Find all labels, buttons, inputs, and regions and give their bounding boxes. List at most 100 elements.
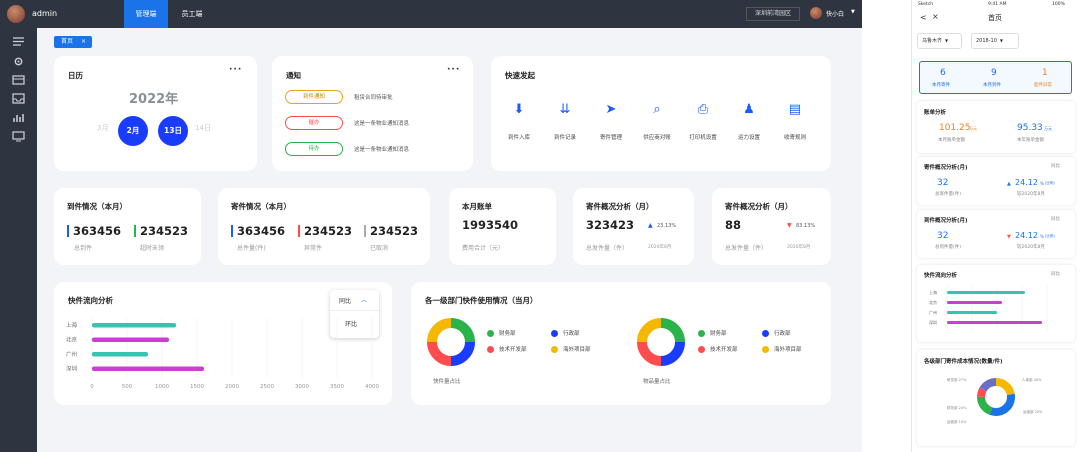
- analytics-icon[interactable]: [12, 112, 25, 123]
- bill-value: 1993540: [462, 218, 519, 232]
- x-tick-label: 3500: [330, 384, 344, 390]
- printer-icon[interactable]: ⎙: [693, 102, 713, 117]
- desktop-dashboard: admin 管理端 员工端 深圳前湾园区 快小白 ▼ 首页 × 日历 ··· 2…: [0, 0, 862, 452]
- y-tick-label: 广州: [929, 309, 937, 315]
- send-change: 23.13%: [657, 223, 677, 229]
- city-filter[interactable]: 乌鲁木齐 ▼: [917, 33, 962, 49]
- send-analysis-card: 寄件概况分析(月) 同比 32 总寄件量(件) ▲ 24.12 % (比例) 较…: [917, 157, 1075, 205]
- day-current[interactable]: 13日: [158, 116, 188, 146]
- user-menu-name[interactable]: 快小白: [826, 9, 844, 18]
- month-prev[interactable]: 3月: [97, 123, 108, 133]
- archive-icon[interactable]: [12, 74, 25, 85]
- month-current[interactable]: 2月: [118, 116, 148, 146]
- donut-slice: [637, 318, 662, 343]
- compare-date: 较2020年8月: [1017, 192, 1045, 197]
- tab-admin[interactable]: 管理端: [124, 0, 168, 28]
- breadcrumb-tab[interactable]: 首页 ×: [54, 36, 92, 48]
- stat-bar: [364, 225, 366, 237]
- more-icon[interactable]: ···: [447, 65, 460, 75]
- notice-text-2[interactable]: 这是一条物业通知消息: [354, 145, 409, 153]
- settings-icon[interactable]: [12, 56, 25, 67]
- dept-cost-card: 各级部门寄件成本情况(数量/件) 研发部 27% 人事部 40% 财务部 24%…: [917, 350, 1075, 446]
- card-title: 到件情况（本月）: [67, 202, 127, 211]
- menu-icon[interactable]: [12, 36, 25, 47]
- quick-item-label[interactable]: 收寄规则: [772, 133, 818, 141]
- chevron-up-icon[interactable]: ︿: [361, 295, 367, 304]
- pct-unit: %: [1040, 234, 1044, 239]
- account-unit: 万元: [969, 126, 977, 131]
- user-avatar[interactable]: [7, 5, 25, 23]
- notice-text-0[interactable]: 租赁合同待审批: [354, 93, 393, 101]
- send-analysis-card: 寄件概况分析（月） 88 ▼ 83.13% 总发件量（件） 2020年8月: [712, 188, 831, 265]
- notice-text-1[interactable]: 这是一条物业通知消息: [354, 119, 409, 127]
- sort-down-icon[interactable]: ⇊: [555, 102, 575, 117]
- close-icon[interactable]: ×: [81, 38, 86, 45]
- back-icon[interactable]: <: [920, 13, 927, 22]
- legend-label: 行政部: [774, 331, 791, 337]
- compare-toggle[interactable]: 同比: [1051, 216, 1060, 222]
- flow-analysis-card: 快件流向分析 同比 上海 北京 广州 深圳: [917, 265, 1075, 342]
- quick-item-label[interactable]: 到件记录: [542, 133, 588, 141]
- quick-item-label[interactable]: 运力设置: [726, 133, 772, 141]
- close-icon[interactable]: ×: [932, 12, 939, 21]
- compare-toggle[interactable]: 同比: [1051, 271, 1060, 277]
- day-next[interactable]: 14日: [195, 123, 211, 133]
- notice-tag-2[interactable]: 待办: [285, 142, 343, 156]
- tab-staff[interactable]: 员工端: [172, 0, 212, 28]
- download-icon[interactable]: ⬇: [509, 102, 529, 117]
- dept-chart-card: 各一级部门快件使用情况（当月） 快件量占比 财务部 行政部 技术开发部 海外项目…: [411, 282, 831, 405]
- account-card: 账单分析 101.25 万元 本月账单金额 95.33 万元 本年账单金额: [917, 101, 1075, 153]
- inbox-icon[interactable]: [12, 93, 25, 104]
- search-doc-icon[interactable]: ⌕: [647, 102, 667, 117]
- stat-bar: [231, 225, 233, 237]
- donut-slice: [995, 378, 1015, 396]
- chevron-down-icon[interactable]: ▼: [851, 9, 855, 15]
- donut-slice: [660, 318, 685, 343]
- card-title: 快件流向分析: [68, 296, 113, 305]
- mobile-flow-chart: 上海北京广州深圳: [929, 285, 1048, 331]
- stat-label: 已取消: [370, 245, 389, 252]
- donut-label: 财务部 24%: [947, 406, 967, 410]
- city-filter-label: 乌鲁木齐: [922, 38, 943, 44]
- bar: [92, 337, 169, 342]
- quick-item-label[interactable]: 寄件管理: [588, 133, 634, 141]
- quick-start-card: 快速发起 ⬇ 到件入库 ⇊ 到件记录 ➤ 寄件管理 ⌕ 供应商对账 ⎙ 打印机设…: [491, 56, 831, 171]
- legend-label: 海外项目部: [563, 347, 591, 353]
- bill-card: 本月账单 1993540 费用合计（元）: [449, 188, 556, 265]
- notice-tag-1[interactable]: 催办: [285, 116, 343, 130]
- compare-toggle[interactable]: 同比: [1051, 163, 1060, 169]
- card-title: 寄件情况（本月）: [231, 202, 291, 211]
- user-menu-avatar[interactable]: [810, 7, 822, 19]
- summary-panel: 6 本月寄件 9 本月到件 1 超件异常: [919, 61, 1072, 94]
- more-icon[interactable]: ···: [229, 65, 242, 75]
- region-selector[interactable]: 深圳前湾园区: [746, 7, 800, 21]
- x-tick-label: 2500: [260, 384, 274, 390]
- date-filter[interactable]: 2018-10 ▼: [971, 33, 1019, 49]
- card-title: 日历: [68, 71, 83, 80]
- legend-label: 技术开发部: [710, 347, 738, 353]
- bar: [947, 311, 997, 314]
- document-icon[interactable]: ▤: [785, 102, 805, 117]
- status-carrier: Sketch: [918, 2, 934, 7]
- notice-tag-0[interactable]: 到件通知: [285, 90, 343, 104]
- user-icon[interactable]: ♟: [739, 102, 759, 117]
- quick-item-label[interactable]: 到件入库: [496, 133, 542, 141]
- status-battery: 100%: [1052, 2, 1065, 7]
- quick-item-label[interactable]: 供应商对账: [634, 133, 680, 141]
- x-tick-label: 1000: [155, 384, 169, 390]
- stat-label: 异常件: [304, 245, 323, 252]
- chevron-down-icon: ▼: [945, 38, 949, 43]
- x-tick-label: 0: [90, 384, 94, 390]
- legend-label: 海外项目部: [774, 347, 802, 353]
- quick-item-label[interactable]: 打印机设置: [680, 133, 726, 141]
- donut-slice: [660, 341, 685, 366]
- account-label: 本年账单金额: [1017, 138, 1044, 143]
- donut-slice: [450, 341, 475, 366]
- donut-slice: [427, 341, 452, 366]
- monitor-icon[interactable]: [12, 131, 25, 142]
- y-tick-label: 深圳: [66, 365, 78, 373]
- stat-value: 32: [937, 231, 949, 241]
- breadcrumb-label: 首页: [61, 38, 74, 45]
- flow-bar-chart: 0 500 1000 1500 2000 2500 3000 3500 4000 上海北京广州深圳: [66, 318, 379, 390]
- send-icon[interactable]: ➤: [601, 102, 621, 117]
